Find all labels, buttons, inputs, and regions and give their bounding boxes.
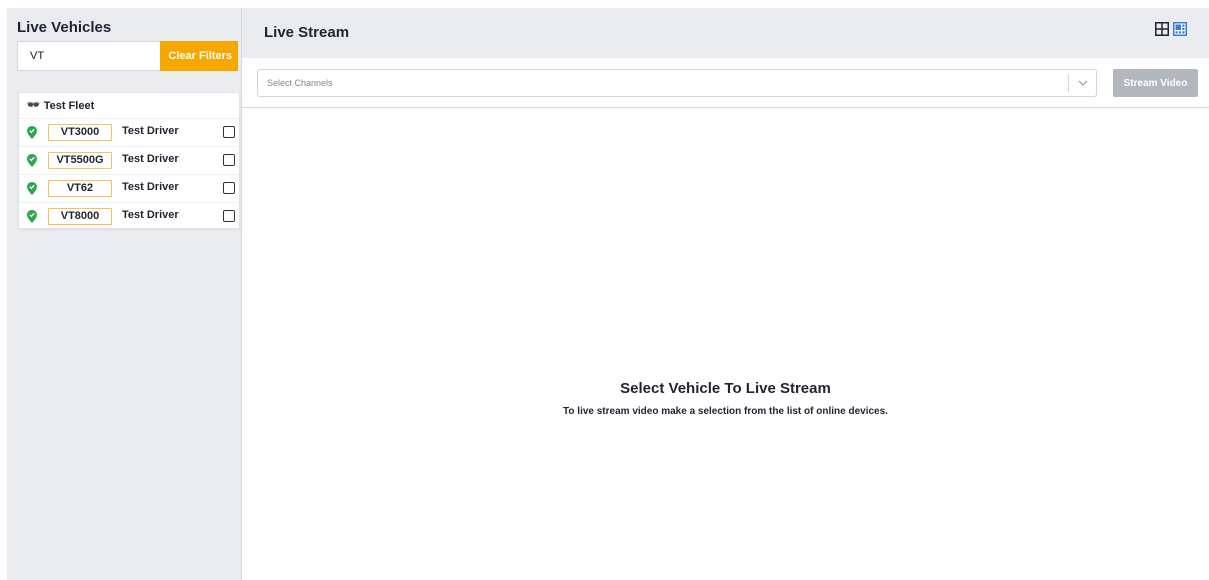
vehicle-select-checkbox[interactable] xyxy=(223,182,235,194)
select-divider xyxy=(1068,75,1069,92)
grid-2x2-icon[interactable] xyxy=(1155,22,1169,36)
chevron-down-icon[interactable] xyxy=(1078,79,1088,87)
online-location-pin-icon xyxy=(27,182,37,195)
vehicle-id-badge: VT62 xyxy=(48,180,112,197)
empty-state-subtitle: To live stream video make a selection fr… xyxy=(563,406,888,417)
channel-select[interactable]: Select Channels xyxy=(257,69,1097,97)
online-location-pin-icon xyxy=(27,210,37,223)
driver-name: Test Driver xyxy=(122,125,179,137)
sidebar-title: Live Vehicles xyxy=(17,19,112,36)
vehicle-id-badge: VT5500G xyxy=(48,152,112,169)
vehicle-row[interactable]: VT8000 Test Driver xyxy=(19,203,239,230)
vehicle-id-badge: VT3000 xyxy=(48,124,112,141)
vehicle-select-checkbox[interactable] xyxy=(223,210,235,222)
page-title: Live Stream xyxy=(264,24,350,41)
stream-video-button[interactable]: Stream Video xyxy=(1113,69,1198,97)
layout-switcher xyxy=(1155,22,1187,36)
online-location-pin-icon xyxy=(27,126,37,139)
vehicle-id-badge: VT8000 xyxy=(48,208,112,225)
channel-select-placeholder: Select Channels xyxy=(267,78,333,88)
vehicle-select-checkbox[interactable] xyxy=(223,154,235,166)
online-location-pin-icon xyxy=(27,154,37,167)
main-header: Live Stream xyxy=(242,8,1209,58)
grid-layout-icon[interactable] xyxy=(1173,22,1187,36)
filter-row: Clear Filters xyxy=(17,41,238,71)
vehicle-select-checkbox[interactable] xyxy=(223,126,235,138)
vehicle-search-input[interactable] xyxy=(17,41,160,71)
fleet-name: Test Fleet xyxy=(43,99,95,112)
fleet-group: 🕶︎ Test Fleet VT3000 Test Driver VT5500G xyxy=(18,92,240,229)
app-root: Live Vehicles Clear Filters 🕶︎ Test Flee… xyxy=(0,0,1209,580)
vehicle-row[interactable]: VT62 Test Driver xyxy=(19,175,239,203)
driver-name: Test Driver xyxy=(122,153,179,165)
empty-state: Select Vehicle To Live Stream To live st… xyxy=(242,380,1209,417)
empty-state-title: Select Vehicle To Live Stream xyxy=(620,380,831,397)
eye-slash-icon[interactable]: 🕶︎ xyxy=(27,100,40,111)
vehicle-row[interactable]: VT5500G Test Driver xyxy=(19,147,239,175)
fleet-header[interactable]: 🕶︎ Test Fleet xyxy=(19,93,239,119)
vehicle-row[interactable]: VT3000 Test Driver xyxy=(19,119,239,147)
stream-toolbar: Select Channels Stream Video xyxy=(242,58,1209,108)
live-vehicles-sidebar: Live Vehicles Clear Filters 🕶︎ Test Flee… xyxy=(7,8,242,580)
driver-name: Test Driver xyxy=(122,209,179,221)
driver-name: Test Driver xyxy=(122,181,179,193)
clear-filters-button[interactable]: Clear Filters xyxy=(160,41,238,71)
